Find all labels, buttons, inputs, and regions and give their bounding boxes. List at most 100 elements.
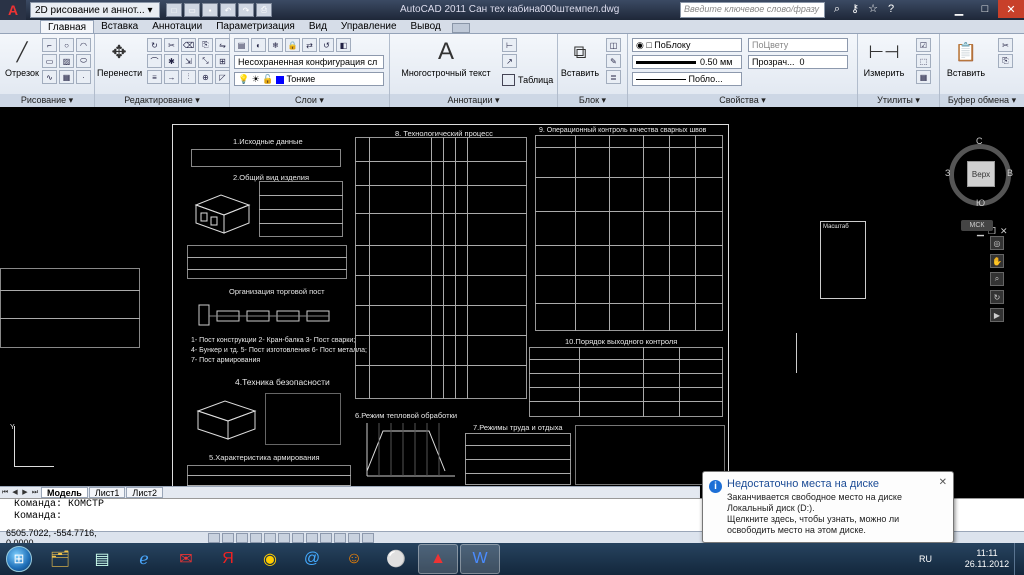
copy-icon[interactable]: ⎘: [198, 38, 213, 52]
notification-close-icon[interactable]: ✕: [939, 477, 947, 488]
polar-icon[interactable]: [250, 532, 262, 543]
open-icon[interactable]: ▭: [184, 3, 200, 17]
linetype-dropdown[interactable]: Побло...: [632, 72, 742, 86]
move-button[interactable]: ✥ Перенести: [97, 38, 142, 79]
maximize-button[interactable]: □: [972, 0, 998, 18]
star-icon[interactable]: ☆: [866, 2, 880, 16]
low-disk-notification[interactable]: i ✕ Недостаточно места на диске Заканчив…: [702, 471, 954, 543]
wcs-menu[interactable]: МСК: [961, 220, 993, 231]
ribbon-minimize-toggle[interactable]: [451, 23, 470, 33]
insert-block-button[interactable]: ⧉ Вставить: [560, 38, 600, 79]
print-icon[interactable]: ⎙: [256, 3, 272, 17]
arc-icon[interactable]: ◠: [76, 38, 91, 52]
tab-layout1[interactable]: Лист1: [88, 487, 126, 498]
application-menu-button[interactable]: A: [0, 0, 26, 20]
zoom-icon[interactable]: ⌕: [990, 272, 1004, 286]
layer-match-icon[interactable]: ⇄: [302, 38, 317, 52]
odnoklassniki-icon[interactable]: ☺: [334, 544, 374, 574]
layer-previous-icon[interactable]: ↺: [319, 38, 334, 52]
attribute-icon[interactable]: ≣: [606, 70, 621, 84]
layer-on-icon[interactable]: ◐: [251, 38, 266, 52]
start-button[interactable]: ⊞: [0, 543, 38, 575]
next-tab-icon[interactable]: ▶: [20, 488, 30, 498]
annotation-panel-label[interactable]: Аннотации ▾: [390, 94, 557, 107]
viewcube-top-face[interactable]: Верх: [967, 161, 995, 187]
tab-model[interactable]: Модель: [41, 487, 88, 498]
break-icon[interactable]: ⫶: [181, 70, 196, 84]
cut-icon[interactable]: ✂: [998, 38, 1013, 52]
internet-explorer-icon[interactable]: ℯ: [124, 544, 164, 574]
quick-select-icon[interactable]: ☑: [916, 38, 931, 52]
block-panel-label[interactable]: Блок ▾: [558, 94, 627, 107]
calculator-icon[interactable]: ▦: [916, 70, 931, 84]
steering-wheel-icon[interactable]: ◎: [990, 236, 1004, 250]
close-button[interactable]: ✕: [998, 0, 1024, 18]
prev-tab-icon[interactable]: ◀: [10, 488, 20, 498]
trim-icon[interactable]: ✂: [164, 38, 179, 52]
polyline-icon[interactable]: ⌐: [42, 38, 57, 52]
ortho-icon[interactable]: [236, 532, 248, 543]
layer-config-dropdown[interactable]: Несохраненная конфигурация сл: [234, 55, 384, 69]
current-layer-dropdown[interactable]: 💡 ☀ 🔓 Тонкие: [234, 72, 384, 86]
tpy-icon[interactable]: [334, 532, 346, 543]
rotate-icon[interactable]: ↻: [147, 38, 162, 52]
leader-icon[interactable]: ↗: [502, 54, 517, 68]
pan-icon[interactable]: ✋: [990, 254, 1004, 268]
minimize-button[interactable]: ▁: [946, 0, 972, 18]
orbit-icon[interactable]: ↻: [990, 290, 1004, 304]
save-icon[interactable]: ▪: [202, 3, 218, 17]
first-tab-icon[interactable]: ⏮: [0, 488, 10, 498]
plotstyle-dropdown[interactable]: ПоЦвету: [748, 38, 848, 52]
offset-icon[interactable]: ≡: [147, 70, 162, 84]
explorer-icon[interactable]: 🗂: [40, 544, 80, 574]
layer-lock-icon[interactable]: 🔒: [285, 38, 300, 52]
utilities-panel-label[interactable]: Утилиты ▾: [858, 94, 939, 107]
clipboard-panel-label[interactable]: Буфер обмена ▾: [940, 94, 1024, 107]
tab-parametric[interactable]: Параметризация: [209, 20, 302, 33]
osnap-icon[interactable]: [264, 532, 276, 543]
select-all-icon[interactable]: ⬚: [916, 54, 931, 68]
mail-agent-icon[interactable]: @: [292, 544, 332, 574]
language-indicator[interactable]: RU: [919, 554, 932, 564]
compass-north[interactable]: С: [976, 136, 983, 146]
new-icon[interactable]: □: [166, 3, 182, 17]
fillet-icon[interactable]: ⌒: [147, 54, 162, 68]
modify-panel-label[interactable]: Редактирование ▾: [95, 94, 229, 107]
mirror-icon[interactable]: ⇋: [215, 38, 230, 52]
ducs-icon[interactable]: [292, 532, 304, 543]
mtext-button[interactable]: A Многострочный текст: [396, 38, 496, 78]
compass-west[interactable]: З: [945, 168, 950, 178]
word-icon[interactable]: W: [460, 544, 500, 574]
tab-annotate[interactable]: Аннотации: [145, 20, 209, 33]
chrome-icon[interactable]: ◉: [250, 544, 290, 574]
table-button[interactable]: Таблица: [502, 74, 553, 86]
undo-icon[interactable]: ↶: [220, 3, 236, 17]
erase-icon[interactable]: ⌫: [181, 38, 196, 52]
point-icon[interactable]: ·: [76, 70, 91, 84]
show-desktop-button[interactable]: [1014, 543, 1024, 575]
explode-icon[interactable]: ✱: [164, 54, 179, 68]
layer-freeze-icon[interactable]: ❄: [268, 38, 283, 52]
tab-home[interactable]: Главная: [40, 20, 95, 33]
tab-output[interactable]: Вывод: [404, 20, 448, 33]
layers-panel-label[interactable]: Слои ▾: [230, 94, 389, 107]
compass-east[interactable]: В: [1007, 168, 1013, 178]
tab-manage[interactable]: Управление: [334, 20, 404, 33]
tab-insert[interactable]: Вставка: [94, 20, 145, 33]
search-input[interactable]: Введите ключевое слово/фразу: [680, 2, 825, 18]
paste-button[interactable]: 📋 Вставить: [944, 38, 988, 79]
snap-icon[interactable]: [208, 532, 220, 543]
color-dropdown[interactable]: ◉ □ ПоБлоку: [632, 38, 742, 52]
extend-icon[interactable]: →: [164, 70, 179, 84]
transparency-dropdown[interactable]: Прозрач... 0: [748, 55, 848, 69]
last-tab-icon[interactable]: ⏭: [30, 488, 40, 498]
mail-icon[interactable]: ✉: [166, 544, 206, 574]
grid-icon[interactable]: [222, 532, 234, 543]
copy-clip-icon[interactable]: ⎘: [998, 54, 1013, 68]
qp-icon[interactable]: [348, 532, 360, 543]
array-icon[interactable]: ⊞: [215, 54, 230, 68]
chamfer-icon[interactable]: ◸: [215, 70, 230, 84]
line-button[interactable]: ╱ Отрезок: [4, 38, 40, 79]
compass-south[interactable]: Ю: [976, 198, 985, 208]
draw-panel-label[interactable]: Рисование ▾: [0, 94, 94, 107]
